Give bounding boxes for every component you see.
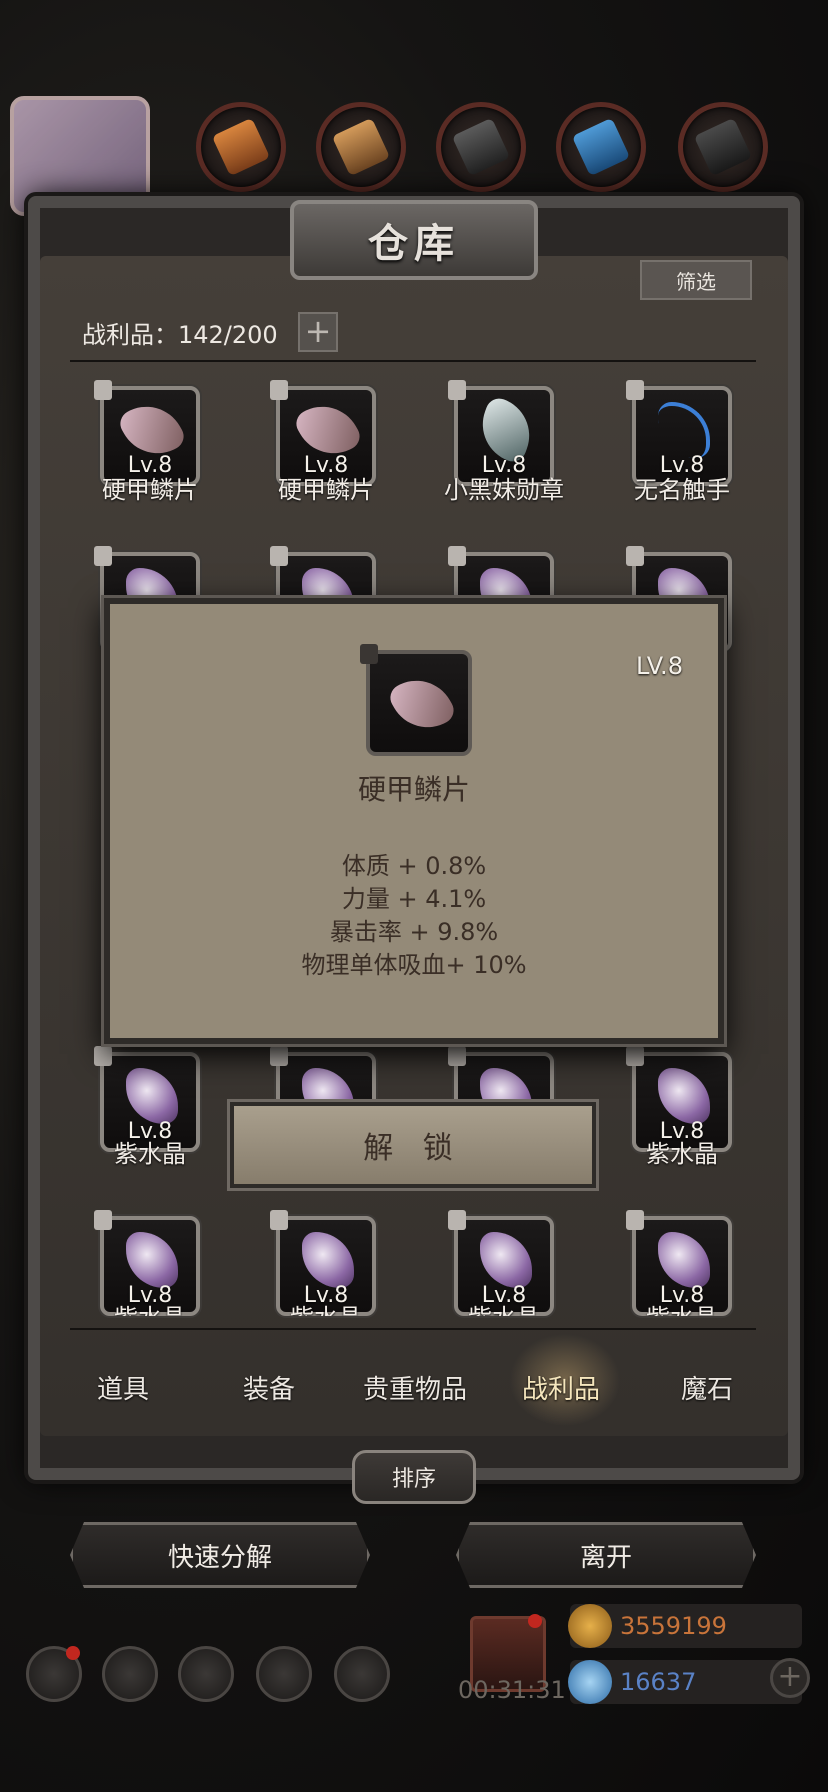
capacity-label: 战利品：142/200 [82,321,278,349]
tooltip-stats: 体质 + 0.8% 力量 + 4.1% 暴击率 + 9.8% 物理单体吸血+ 1… [110,850,718,982]
lock-icon [626,1046,644,1066]
row-4-names-clipped: 紫水晶 紫水晶 紫水晶 紫水晶 [70,1298,750,1316]
stat-line: 力量 + 4.1% [341,885,487,913]
amethyst-icon [658,1232,710,1288]
lock-icon [270,1046,288,1066]
tooltip-level: LV.8 [636,652,683,680]
lock-icon [270,546,288,566]
resource-slot-2[interactable] [316,102,406,192]
resource-slot-5[interactable] [678,102,768,192]
lock-icon [626,1210,644,1230]
resource-bar: 19 322 361399 181805 7458 789234 [0,0,828,216]
item-name: 紫水晶 [246,1298,406,1316]
quick-decompose-button[interactable]: 快速分解 [70,1522,370,1588]
stat-line: 体质 + 0.8% [341,852,487,880]
amethyst-icon [658,1068,710,1124]
mail-icon[interactable] [256,1646,312,1702]
item-tooltip: LV.8 硬甲鳞片 体质 + 0.8% 力量 + 4.1% 暴击率 + 9.8%… [104,598,724,1044]
item-name: 小黑妹勋章 [444,476,564,504]
warehouse-title-plate: 仓库 [290,200,538,280]
tooltip-item-icon [360,644,472,756]
leave-button[interactable]: 离开 [456,1522,756,1588]
item-name: 紫水晶 [70,1298,230,1316]
lock-icon [94,380,112,400]
tab-equipment[interactable]: 装备 [196,1369,342,1406]
gold-icon [568,1604,612,1648]
tab-items[interactable]: 道具 [50,1369,196,1406]
tab-loot[interactable]: 战利品 [488,1369,634,1406]
resource-slot-3[interactable] [436,102,526,192]
wood-icon [331,117,391,177]
item-name: 无名触手 [634,476,730,504]
lock-icon [626,546,644,566]
add-currency-button[interactable]: + [770,1658,810,1698]
gem-icon [568,1660,612,1704]
tab-magic-stones[interactable]: 魔石 [634,1369,780,1406]
amethyst-icon [480,1232,532,1288]
iron-icon [451,117,511,177]
gem-amount: 16637 [620,1668,697,1696]
page-title: 仓库 [368,221,460,267]
filter-button[interactable]: 筛选 [640,260,752,300]
divider-bottom [70,1328,756,1330]
lock-icon [94,546,112,566]
amethyst-icon [126,1232,178,1288]
lock-icon [94,1046,112,1066]
lock-icon [94,1210,112,1230]
divider-top [70,360,756,362]
stone-icon [693,117,753,177]
shop-icon[interactable] [334,1646,390,1702]
stat-line: 物理单体吸血+ 10% [301,951,527,979]
gift-timer: 00:31:31 [458,1676,566,1704]
item-name: 硬甲鳞片 [102,476,198,504]
lock-icon [448,1210,466,1230]
amethyst-icon [126,1068,178,1124]
item-name: 紫水晶 [424,1298,584,1316]
expand-capacity-button[interactable]: + [298,312,338,352]
resource-slot-4[interactable] [556,102,646,192]
lock-icon [448,1046,466,1066]
scale-icon [385,666,459,742]
tentacle-icon [658,402,710,458]
amethyst-icon [302,1232,354,1288]
lock-icon [270,380,288,400]
sort-button[interactable]: 排序 [352,1450,476,1504]
tab-valuables[interactable]: 贵重物品 [342,1369,488,1406]
notification-dot [66,1646,80,1660]
unlock-button[interactable]: 解 锁 [230,1102,596,1188]
item-name: 紫水晶 [602,1298,750,1316]
lock-icon [360,644,378,664]
unlock-label: 解 锁 [363,1131,463,1166]
item-name: 紫水晶 [646,1140,718,1168]
star-icon[interactable] [102,1646,158,1702]
notification-dot [528,1614,542,1628]
lock-icon [448,380,466,400]
lock-icon [270,1210,288,1230]
crystal-icon [571,117,631,177]
guild-icon[interactable] [178,1646,234,1702]
item-name: 硬甲鳞片 [278,476,374,504]
item-name: 紫水晶 [114,1140,186,1168]
resource-slot-1[interactable] [196,102,286,192]
ore-icon [211,117,271,177]
stat-line: 暴击率 + 9.8% [329,918,499,946]
gold-amount: 3559199 [620,1612,727,1640]
lock-icon [626,380,644,400]
category-tabs: 道具 装备 贵重物品 战利品 魔石 [50,1352,780,1422]
lock-icon [448,546,466,566]
tooltip-item-name: 硬甲鳞片 [357,773,470,806]
